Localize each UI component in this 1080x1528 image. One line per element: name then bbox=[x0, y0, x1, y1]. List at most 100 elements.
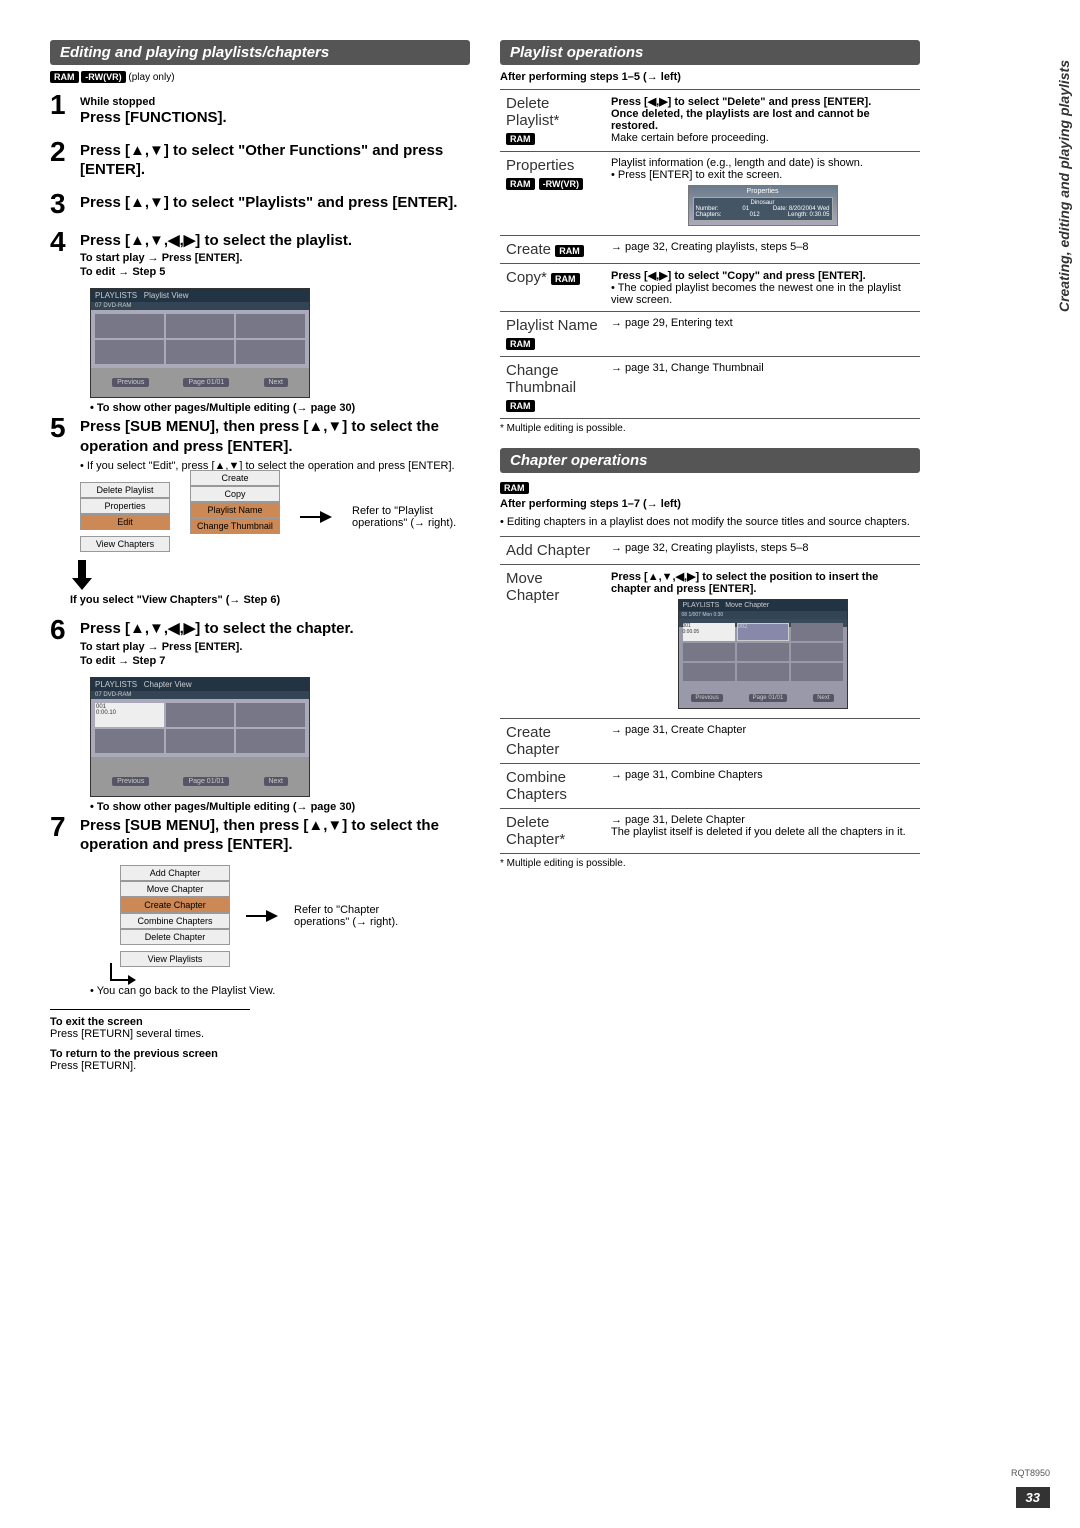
prev-btn: Previous bbox=[112, 378, 149, 387]
mt-n2: 002 bbox=[738, 624, 748, 630]
tag-ram: RAM bbox=[500, 482, 529, 494]
op-title: Create Chapter bbox=[500, 719, 605, 764]
op-line: → page 31, Combine Chapters bbox=[605, 764, 920, 809]
thumb-title: PLAYLISTS bbox=[95, 291, 137, 300]
menu-combine-chapters: Combine Chapters bbox=[120, 913, 230, 929]
footer-notes: To exit the screen Press [RETURN] severa… bbox=[50, 1009, 470, 1072]
row-delete-chapter: Delete Chapter* → page 31, Delete Chapte… bbox=[500, 809, 920, 854]
prop-val: Length: 0:30.05 bbox=[788, 212, 830, 218]
op-title: Combine Chapters bbox=[500, 764, 605, 809]
row-move-chapter: Move Chapter Press [▲,▼,◀,▶] to select t… bbox=[500, 565, 920, 719]
menu7-note: Refer to "Chapter operations" (→ right). bbox=[294, 904, 434, 928]
step-main: Press [FUNCTIONS]. bbox=[80, 108, 470, 128]
row-create-chapter: Create Chapter → page 31, Create Chapter bbox=[500, 719, 920, 764]
row-properties: Properties RAM -RW(VR) Playlist informat… bbox=[500, 152, 920, 236]
tag-ram: RAM bbox=[50, 71, 79, 83]
arrow-icon bbox=[110, 963, 128, 981]
menu-view-playlists: View Playlists bbox=[120, 951, 230, 967]
step-main: Press [▲,▼] to select "Other Functions" … bbox=[80, 141, 470, 180]
menu-add-chapter: Add Chapter bbox=[120, 865, 230, 881]
back-note: • You can go back to the Playlist View. bbox=[90, 985, 470, 997]
step-num: 2 bbox=[50, 138, 80, 180]
page-lbl: Page bbox=[188, 778, 204, 785]
menu-delete-chapter: Delete Chapter bbox=[120, 929, 230, 945]
step-note2: To edit → Step 7 bbox=[80, 655, 470, 667]
row-name: Playlist NameRAM → page 29, Entering tex… bbox=[500, 312, 920, 357]
row-create: Create RAM → page 32, Creating playlists… bbox=[500, 236, 920, 264]
op-line: → page 29, Entering text bbox=[605, 312, 920, 357]
step-num: 1 bbox=[50, 91, 80, 128]
op-line: • The copied playlist becomes the newest… bbox=[611, 282, 914, 306]
op-line: Make certain before proceeding. bbox=[611, 132, 914, 144]
op-title: Delete Chapter* bbox=[500, 809, 605, 854]
step5-menu: Delete Playlist Properties Edit View Cha… bbox=[80, 482, 470, 552]
side-tab: Creating, editing and playing playlists bbox=[1056, 60, 1072, 312]
thumb-subtitle: Playlist View bbox=[144, 291, 189, 300]
playlist-ops-table: Delete Playlist* RAM Press [◀,▶] to sele… bbox=[500, 89, 920, 419]
step-note1: To start play → Press [ENTER]. bbox=[80, 641, 470, 653]
op-line: → page 32, Creating playlists, steps 5–8 bbox=[605, 236, 920, 264]
step-num: 7 bbox=[50, 813, 80, 855]
menu-edit: Edit bbox=[80, 514, 170, 530]
menu-delete-playlist: Delete Playlist bbox=[80, 482, 170, 498]
step-main: Press [▲,▼,◀,▶] to select the playlist. bbox=[80, 231, 470, 251]
chapter-view-thumb: PLAYLISTS Chapter View 07 DVD-RAM 0010:0… bbox=[90, 677, 310, 797]
menu-create: Create bbox=[190, 470, 280, 486]
menu-properties: Properties bbox=[80, 498, 170, 514]
playlist-ops-footnote: * Multiple editing is possible. bbox=[500, 423, 920, 434]
step-3: 3 Press [▲,▼] to select "Playlists" and … bbox=[50, 190, 470, 218]
row-add-chapter: Add Chapter → page 32, Creating playlist… bbox=[500, 537, 920, 565]
move-chapter-thumb: PLAYLISTS Move Chapter 08 1/007 Mon 0:30… bbox=[678, 599, 848, 709]
next-btn: Next bbox=[813, 694, 833, 702]
page-lbl: Page bbox=[188, 379, 204, 386]
mt-time: 0:00.05 bbox=[683, 629, 700, 635]
next-btn: Next bbox=[264, 777, 288, 786]
chapter-ops-footnote: * Multiple editing is possible. bbox=[500, 858, 920, 869]
op-line: • Press [ENTER] to exit the screen. bbox=[611, 169, 914, 181]
step-7: 7 Press [SUB MENU], then press [▲,▼] to … bbox=[50, 813, 470, 855]
thumb-source: 07 DVD-RAM bbox=[91, 302, 309, 310]
chapter-ops-note: • Editing chapters in a playlist does no… bbox=[500, 516, 920, 528]
step-pre: While stopped bbox=[80, 96, 470, 108]
page-num: 01/01 bbox=[207, 379, 225, 386]
menu-copy: Copy bbox=[190, 486, 280, 502]
menu-move-chapter: Move Chapter bbox=[120, 881, 230, 897]
step-2: 2 Press [▲,▼] to select "Other Functions… bbox=[50, 138, 470, 180]
prop-val: 012 bbox=[750, 212, 760, 218]
op-line: → page 31, Create Chapter bbox=[605, 719, 920, 764]
playlist-ops-header: Playlist operations bbox=[500, 40, 920, 65]
prop-val: 01 bbox=[742, 206, 749, 212]
op-title: Add Chapter bbox=[500, 537, 605, 565]
exit-body: Press [RETURN] several times. bbox=[50, 1028, 470, 1040]
menu-playlist-name: Playlist Name bbox=[190, 502, 280, 518]
op-line: → page 31, Delete Chapter bbox=[611, 814, 914, 826]
playlist-ops-after: After performing steps 1–5 (→ left) bbox=[500, 71, 920, 83]
arrow-down-icon bbox=[70, 560, 94, 590]
doc-code: RQT8950 bbox=[1011, 1468, 1050, 1478]
tag-ram: RAM bbox=[551, 273, 580, 285]
op-line: Playlist information (e.g., length and d… bbox=[611, 157, 914, 169]
chapter-ops-after: After performing steps 1–7 (→ left) bbox=[500, 498, 920, 510]
op-line: The playlist itself is deleted if you de… bbox=[611, 826, 914, 838]
properties-box: Properties Dinosaur Number:01Date: 8/20/… bbox=[688, 185, 838, 226]
step-num: 5 bbox=[50, 414, 80, 472]
op-title: Delete Playlist* bbox=[506, 95, 559, 129]
prop-lbl: Chapters: bbox=[696, 212, 722, 218]
page-number: 33 bbox=[1016, 1487, 1050, 1508]
prop-title: Properties bbox=[691, 188, 835, 195]
page-num: 01/01 bbox=[207, 778, 225, 785]
mt-sub: Move Chapter bbox=[725, 602, 769, 609]
op-title: Copy* bbox=[506, 269, 547, 286]
step-1: 1 While stopped Press [FUNCTIONS]. bbox=[50, 91, 470, 128]
exit-heading: To exit the screen bbox=[50, 1016, 470, 1028]
step7-menu: Add Chapter Move Chapter Create Chapter … bbox=[120, 865, 470, 967]
op-title: Move Chapter bbox=[500, 565, 605, 719]
op-title: Change Thumbnail bbox=[506, 362, 576, 396]
tag-ram: RAM bbox=[506, 178, 535, 190]
mt-info: 08 1/007 Mon 0:30 bbox=[679, 611, 847, 619]
next-btn: Next bbox=[264, 378, 288, 387]
media-note: (play only) bbox=[128, 72, 174, 83]
op-line: → page 32, Creating playlists, steps 5–8 bbox=[605, 537, 920, 565]
mt-title: PLAYLISTS bbox=[683, 602, 720, 609]
step-4: 4 Press [▲,▼,◀,▶] to select the playlist… bbox=[50, 228, 470, 279]
